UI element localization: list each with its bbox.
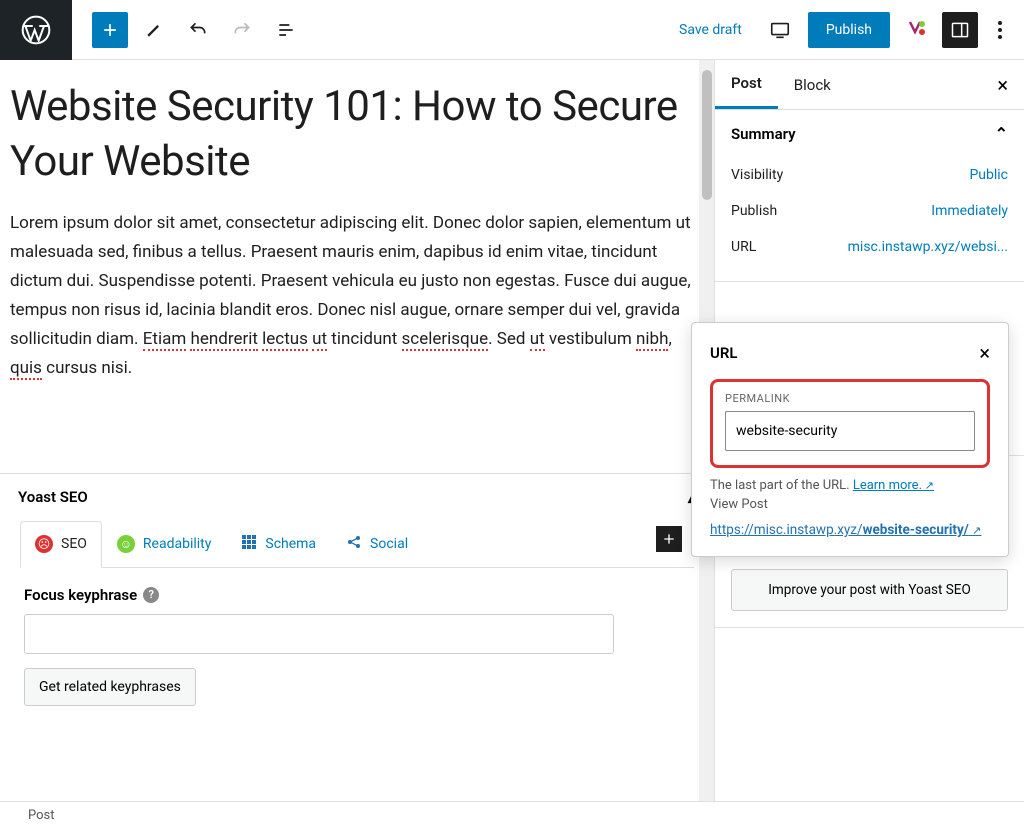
yoast-seo-metabox: Yoast SEO ▴ ☹ SEO ☺ Readability Schema	[0, 473, 714, 724]
post-title[interactable]: Website Security 101: How to Secure Your…	[10, 80, 704, 189]
preview-button[interactable]	[762, 12, 798, 48]
close-icon[interactable]: ×	[979, 341, 990, 365]
url-popover-header: URL ×	[710, 341, 990, 365]
yoast-tab-schema[interactable]: Schema	[226, 521, 331, 567]
url-popover-title: URL	[710, 344, 738, 362]
improve-with-yoast-button[interactable]: Improve your post with Yoast SEO	[731, 569, 1008, 611]
publish-button[interactable]: Publish	[808, 12, 890, 48]
permalink-help-prefix: The last part of the URL.	[710, 478, 853, 493]
permalink-highlight-box: PERMALINK	[710, 379, 990, 468]
publish-value[interactable]: Immediately	[931, 203, 1008, 219]
settings-panel-toggle[interactable]	[942, 12, 978, 48]
editor-footer: Post	[0, 801, 1024, 829]
topbar-left	[0, 0, 304, 60]
sidebar-close-button[interactable]: ×	[981, 73, 1024, 97]
breadcrumb[interactable]: Post	[28, 808, 55, 823]
publish-label: Publish	[731, 203, 777, 219]
learn-more-link[interactable]: Learn more. ↗	[853, 478, 934, 493]
focus-keyphrase-label: Focus keyphrase ?	[24, 586, 690, 604]
chevron-up-icon: ⌃	[995, 124, 1008, 143]
help-icon[interactable]: ?	[143, 587, 159, 603]
url-value[interactable]: misc.instawp.xyz/websi...	[848, 239, 1008, 255]
editor-topbar: Save draft Publish	[0, 0, 1024, 60]
yoast-tab-schema-label: Schema	[265, 536, 316, 552]
yoast-tab-readability-label: Readability	[143, 536, 211, 552]
visibility-row: Visibility Public	[731, 157, 1008, 193]
sidebar-tabs: Post Block ×	[715, 60, 1024, 110]
yoast-tab-seo[interactable]: ☹ SEO	[20, 521, 102, 568]
sidebar-tab-post[interactable]: Post	[715, 60, 778, 109]
save-draft-button[interactable]: Save draft	[669, 16, 752, 44]
summary-panel-body: Visibility Public Publish Immediately UR…	[715, 157, 1024, 281]
focus-keyphrase-label-text: Focus keyphrase	[24, 586, 137, 604]
schema-grid-icon	[241, 534, 257, 554]
tools-button[interactable]	[136, 12, 172, 48]
url-popover: URL × PERMALINK The last part of the URL…	[691, 322, 1009, 557]
share-icon	[346, 534, 362, 554]
undo-button[interactable]	[180, 12, 216, 48]
yoast-tab-readability[interactable]: ☺ Readability	[102, 521, 226, 567]
summary-panel: Summary ⌃ Visibility Public Publish Imme…	[715, 110, 1024, 282]
yoast-icon[interactable]	[900, 14, 932, 46]
yoast-metabox-header[interactable]: Yoast SEO ▴	[0, 474, 714, 521]
more-options-button[interactable]	[988, 12, 1012, 48]
permalink-help-text: The last part of the URL. Learn more. ↗ …	[710, 478, 990, 512]
focus-keyphrase-input[interactable]	[24, 614, 614, 654]
wordpress-logo[interactable]	[0, 0, 72, 60]
add-block-button[interactable]	[92, 12, 128, 48]
permalink-label: PERMALINK	[725, 392, 975, 405]
yoast-tab-social[interactable]: Social	[331, 521, 423, 567]
editor-canvas: Website Security 101: How to Secure Your…	[0, 60, 714, 801]
visibility-label: Visibility	[731, 167, 783, 183]
external-link-icon: ↗	[972, 524, 981, 537]
summary-title: Summary	[731, 125, 796, 143]
inline-add-block-button[interactable]	[656, 526, 682, 552]
yoast-metabox-title: Yoast SEO	[18, 488, 88, 506]
summary-panel-header[interactable]: Summary ⌃	[715, 110, 1024, 157]
external-link-icon: ↗	[922, 479, 934, 492]
full-permalink-link[interactable]: https://misc.instawp.xyz/website-securit…	[710, 522, 990, 538]
focus-keyphrase-section: Focus keyphrase ? Get related keyphrases	[0, 568, 714, 724]
permalink-input[interactable]	[725, 411, 975, 451]
url-row: URL misc.instawp.xyz/websi...	[731, 229, 1008, 265]
yoast-tab-seo-label: SEO	[61, 536, 87, 552]
view-post-link[interactable]: View Post	[710, 497, 990, 512]
sidebar-tab-block[interactable]: Block	[778, 62, 847, 108]
related-keyphrases-button[interactable]: Get related keyphrases	[24, 668, 196, 706]
smile-face-icon: ☺	[117, 535, 135, 553]
publish-row: Publish Immediately	[731, 193, 1008, 229]
editor-content[interactable]: Website Security 101: How to Secure Your…	[0, 60, 714, 393]
visibility-value[interactable]: Public	[969, 167, 1008, 183]
url-label: URL	[731, 239, 756, 255]
document-overview-button[interactable]	[268, 12, 304, 48]
sad-face-icon: ☹	[35, 535, 53, 553]
post-body-paragraph[interactable]: Lorem ipsum dolor sit amet, consectetur …	[10, 209, 704, 382]
topbar-right: Save draft Publish	[669, 12, 1024, 48]
redo-button[interactable]	[224, 12, 260, 48]
yoast-tabs: ☹ SEO ☺ Readability Schema	[20, 521, 694, 568]
yoast-tab-social-label: Social	[370, 536, 408, 552]
